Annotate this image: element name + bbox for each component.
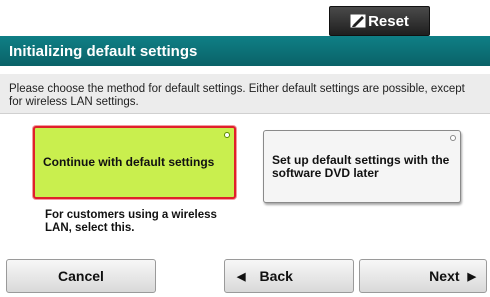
next-button[interactable]: Next ▶: [359, 259, 487, 293]
wireless-note: For customers using a wireless LAN, sele…: [45, 209, 217, 234]
option-label: Continue with default settings: [43, 155, 215, 169]
cancel-button[interactable]: Cancel: [6, 259, 156, 293]
triangle-right-icon: ▶: [467, 270, 476, 283]
cancel-label: Cancel: [58, 268, 104, 284]
back-button[interactable]: ◀ Back: [224, 259, 354, 293]
page-title: Initializing default settings: [0, 36, 490, 66]
radio-indicator-icon: [450, 135, 456, 141]
reset-label: Reset: [368, 12, 409, 30]
footer-bar: Cancel ◀ Back Next ▶: [0, 259, 490, 297]
top-bar: Reset: [0, 0, 490, 36]
option-continue-default[interactable]: Continue with default settings: [33, 126, 236, 199]
next-label: Next: [429, 268, 460, 284]
radio-indicator-icon: [224, 132, 230, 138]
pencil-slash-icon: [350, 14, 366, 28]
reset-button[interactable]: Reset: [329, 6, 430, 36]
option-label: Set up default settings with the softwar…: [272, 152, 450, 180]
instructions-text: Please choose the method for default set…: [0, 74, 490, 114]
main-panel: Please choose the method for default set…: [0, 66, 490, 259]
back-label: Back: [259, 268, 293, 284]
option-setup-later[interactable]: Set up default settings with the softwar…: [263, 130, 461, 203]
triangle-left-icon: ◀: [237, 270, 246, 283]
